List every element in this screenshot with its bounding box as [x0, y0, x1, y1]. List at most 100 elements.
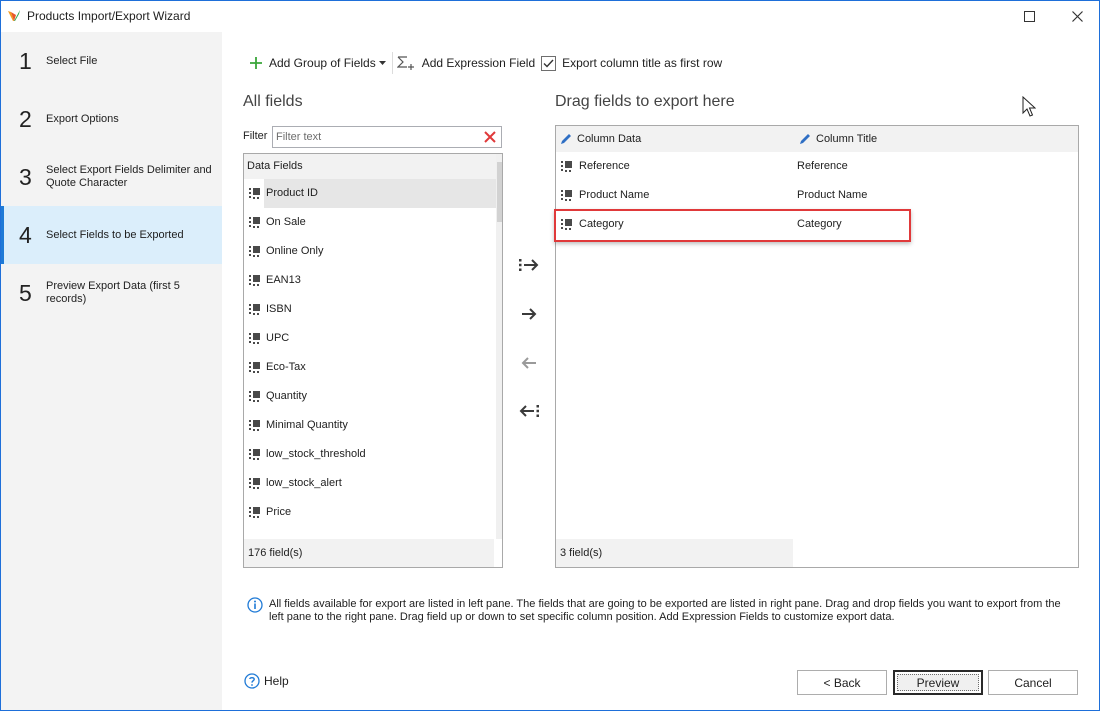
move-all-right-icon	[519, 259, 539, 271]
field-drag-icon	[561, 161, 572, 172]
data-fields-group-header: Data Fields	[244, 154, 496, 179]
field-label: UPC	[266, 332, 290, 344]
field-item-ean13[interactable]: EAN13	[244, 266, 496, 295]
help-label: Help	[264, 674, 289, 688]
field-item-product-id[interactable]: Product ID	[244, 179, 496, 208]
field-drag-icon	[249, 304, 260, 315]
highlight-annotation	[554, 209, 911, 242]
field-label: ISBN	[266, 303, 292, 315]
field-label: Price	[266, 506, 292, 518]
column-title-header[interactable]: Column Title	[799, 126, 877, 152]
field-item-online-only[interactable]: Online Only	[244, 237, 496, 266]
add-group-label: Add Group of Fields	[269, 56, 376, 70]
field-drag-icon	[249, 188, 260, 199]
step-label: Preview Export Data (first 5 records)	[46, 280, 180, 305]
add-expression-field-button[interactable]: Add Expression Field	[396, 51, 536, 75]
all-fields-list[interactable]: Data Fields Product ID On Sale Online On…	[243, 153, 503, 568]
step-export-options[interactable]: 2 Export Options	[1, 90, 222, 148]
preview-button[interactable]: Preview	[893, 670, 983, 695]
export-column-title-checkbox[interactable]: Export column title as first row	[541, 51, 722, 75]
step-select-file[interactable]: 1 Select File	[1, 32, 222, 90]
step-number: 4	[19, 221, 32, 248]
field-drag-icon	[249, 478, 260, 489]
field-item-minimal-quantity[interactable]: Minimal Quantity	[244, 411, 496, 440]
close-window-button[interactable]	[1055, 1, 1099, 32]
move-all-left-icon	[519, 405, 539, 417]
fields-toolbar: Add Group of Fields Add Expression Field…	[243, 51, 722, 75]
field-item-eco-tax[interactable]: Eco-Tax	[244, 353, 496, 382]
clear-filter-icon[interactable]	[482, 129, 498, 145]
add-expression-label: Add Expression Field	[421, 56, 536, 70]
field-drag-icon	[249, 391, 260, 402]
wizard-window: Products Import/Export Wizard 1 Select F…	[0, 0, 1100, 711]
checkbox-box[interactable]	[541, 55, 557, 71]
arrow-right-icon	[522, 308, 537, 320]
field-drag-icon	[561, 190, 572, 201]
field-item-upc[interactable]: UPC	[244, 324, 496, 353]
field-item-price[interactable]: Price	[244, 498, 496, 527]
export-fields-heading: Drag fields to export here	[555, 93, 735, 110]
export-column-title[interactable]: Product Name	[797, 181, 867, 210]
field-item-on-sale[interactable]: On Sale	[244, 208, 496, 237]
move-all-right-button[interactable]	[517, 253, 541, 277]
help-link[interactable]: Help	[244, 673, 289, 689]
field-label: low_stock_alert	[266, 477, 342, 489]
field-drag-icon	[249, 449, 260, 460]
move-all-left-button[interactable]	[517, 399, 541, 423]
field-drag-icon	[249, 362, 260, 373]
field-label: Quantity	[266, 390, 307, 402]
step-delimiter[interactable]: 3 Select Export Fields Delimiter and Quo…	[1, 148, 222, 206]
step-preview[interactable]: 5 Preview Export Data (first 5 records)	[1, 264, 222, 322]
field-drag-icon	[249, 420, 260, 431]
dropdown-arrow-icon	[378, 60, 386, 65]
export-fields-count: 3 field(s)	[556, 539, 793, 567]
step-select-fields[interactable]: 4 Select Fields to be Exported	[1, 206, 222, 264]
filter-input[interactable]	[272, 126, 502, 148]
move-right-button[interactable]	[517, 302, 541, 326]
close-icon	[1071, 11, 1083, 22]
fields-scrollbar[interactable]	[496, 154, 502, 539]
field-item-isbn[interactable]: ISBN	[244, 295, 496, 324]
title-bar: Products Import/Export Wizard	[1, 1, 1099, 32]
export-column-title[interactable]: Reference	[797, 152, 848, 181]
export-fields-grid[interactable]: Column Data Column Title Reference Refer…	[555, 125, 1079, 568]
export-row-product-name[interactable]: Product Name Product Name	[556, 181, 1078, 210]
field-label: EAN13	[266, 274, 301, 286]
maximize-button[interactable]	[1007, 1, 1051, 32]
step-label: Select File	[46, 54, 98, 67]
cancel-button[interactable]: Cancel	[988, 670, 1078, 695]
step-number: 5	[19, 279, 32, 306]
field-drag-icon	[249, 333, 260, 344]
move-left-button[interactable]	[517, 351, 541, 375]
step-number: 3	[19, 163, 32, 190]
back-button[interactable]: < Back	[797, 670, 887, 695]
maximize-icon	[1023, 11, 1035, 22]
column-data-header[interactable]: Column Data	[560, 126, 641, 152]
preview-label: Preview	[916, 675, 960, 690]
window-title: Products Import/Export Wizard	[27, 9, 191, 23]
export-column-data: Product Name	[579, 189, 650, 201]
export-title-label: Export column title as first row	[562, 56, 723, 70]
back-label: < Back	[823, 675, 861, 690]
step-label: Select Fields to be Exported	[46, 228, 184, 241]
step-label: Select Export Fields Delimiter and Quote…	[46, 164, 212, 189]
all-fields-heading: All fields	[243, 93, 303, 110]
field-item-low-stock-alert[interactable]: low_stock_alert	[244, 469, 496, 498]
app-logo-icon	[8, 10, 20, 21]
all-fields-count: 176 field(s)	[244, 539, 494, 567]
grid-header: Column Data Column Title	[556, 126, 1078, 152]
field-label: Online Only	[266, 245, 324, 257]
add-group-of-fields-button[interactable]: Add Group of Fields	[243, 51, 386, 75]
field-item-low-stock-threshold[interactable]: low_stock_threshold	[244, 440, 496, 469]
pencil-icon	[561, 134, 571, 144]
export-row-reference[interactable]: Reference Reference	[556, 152, 1078, 181]
field-item-quantity[interactable]: Quantity	[244, 382, 496, 411]
export-column-data: Reference	[579, 160, 630, 172]
pencil-icon	[800, 134, 810, 144]
toolbar-separator	[391, 52, 393, 74]
filter-label: Filter	[243, 130, 268, 142]
scrollbar-thumb[interactable]	[497, 162, 502, 222]
arrow-left-icon	[521, 357, 536, 369]
sigma-plus-icon	[396, 56, 414, 70]
step-number: 1	[19, 47, 32, 74]
